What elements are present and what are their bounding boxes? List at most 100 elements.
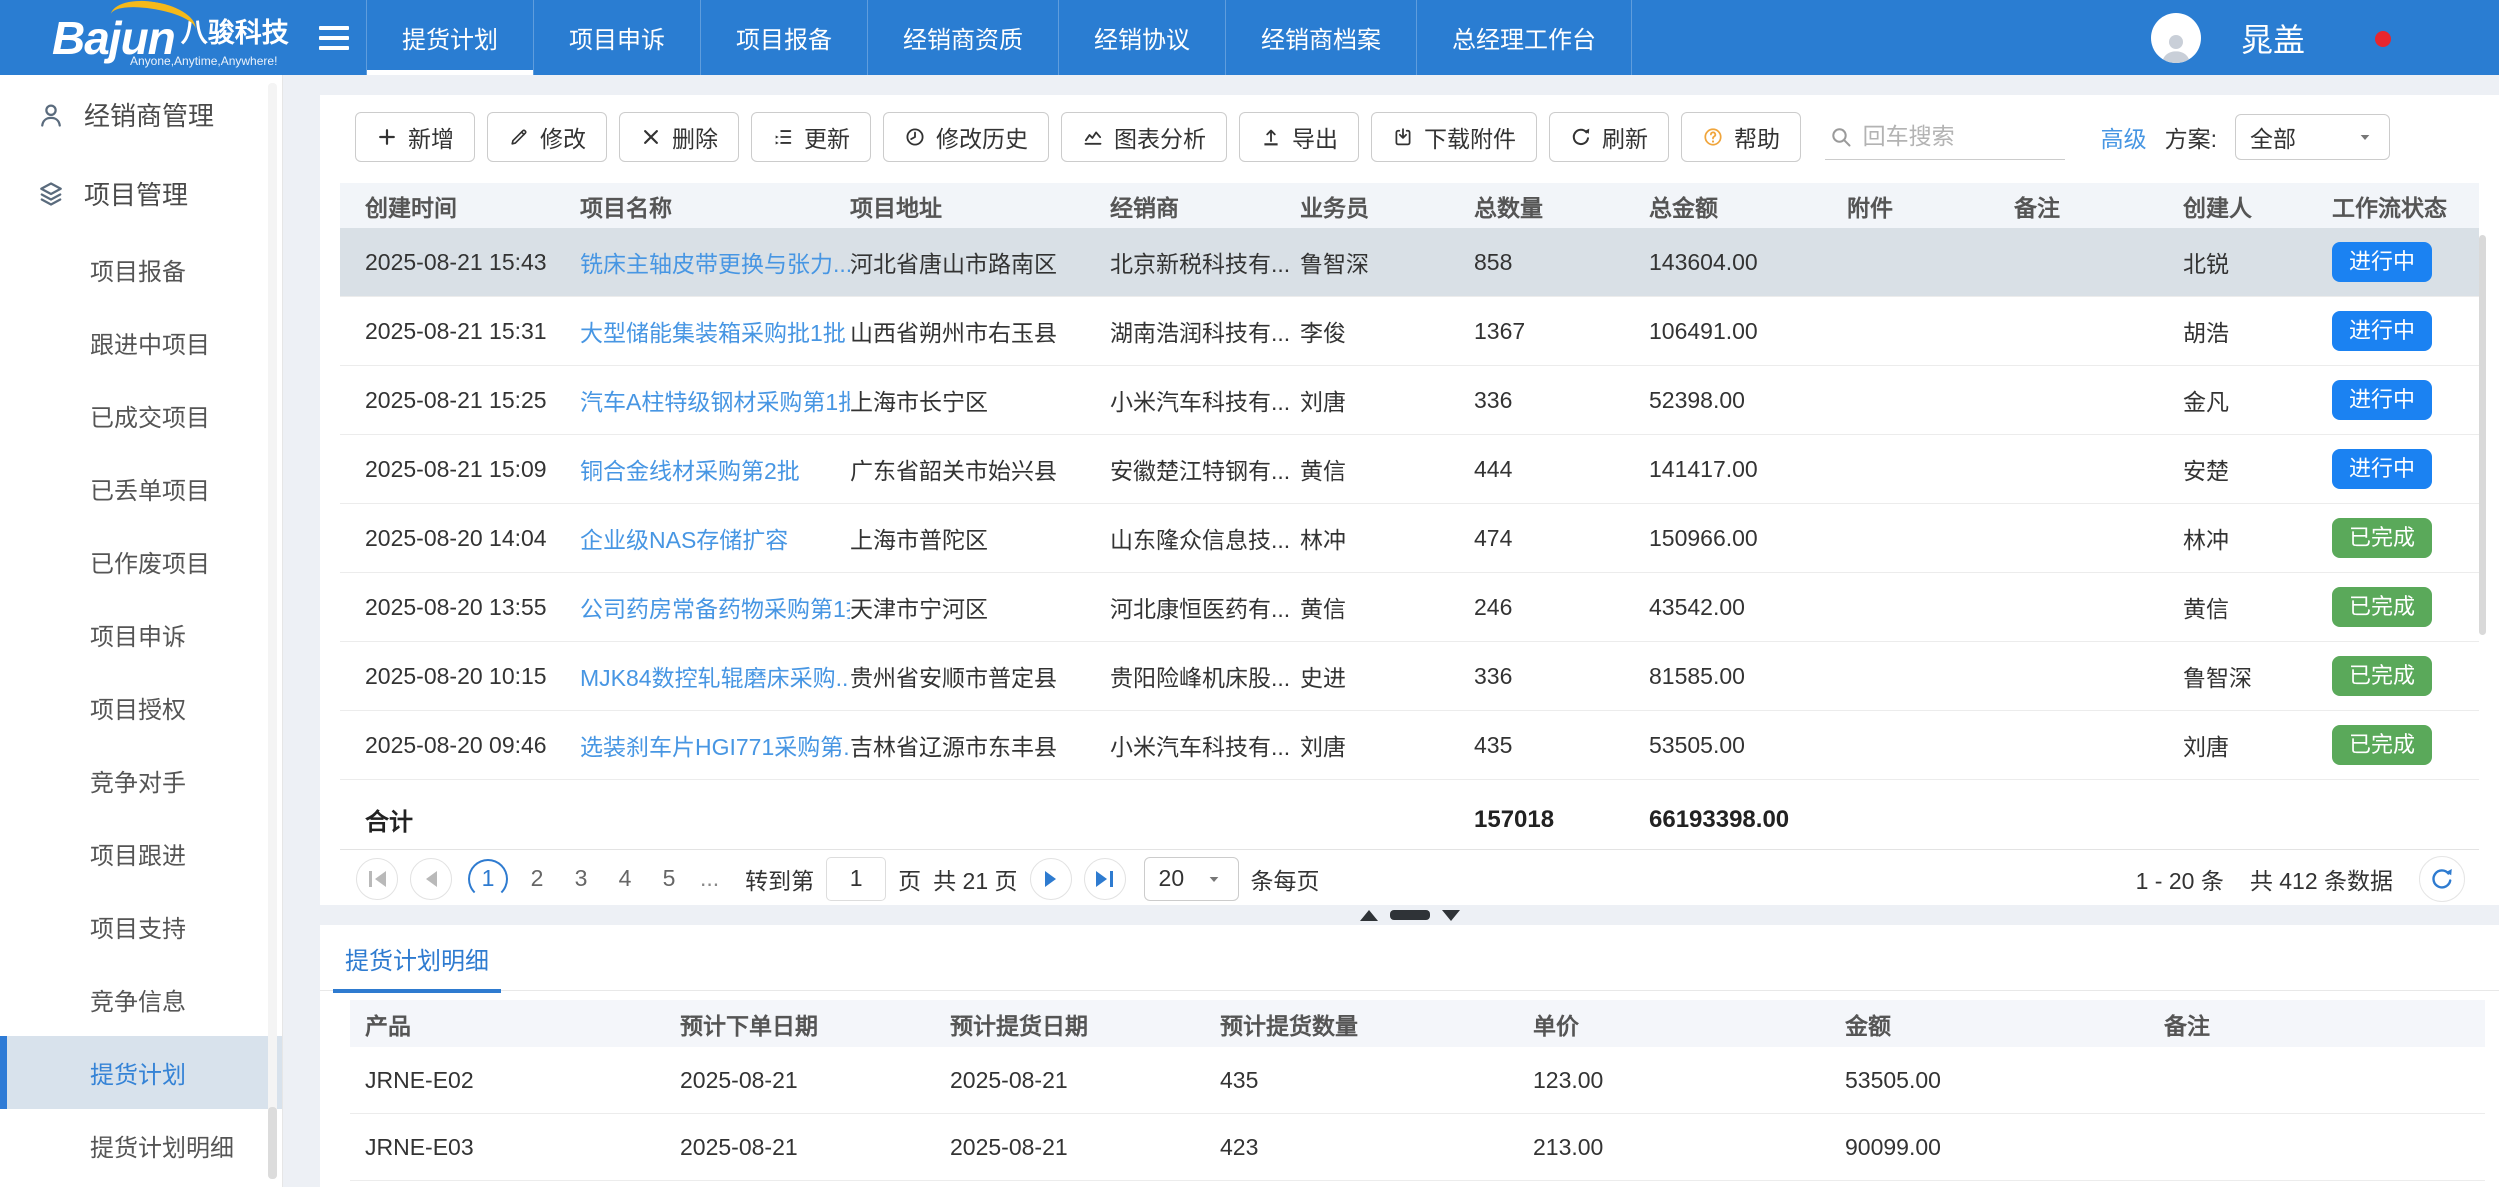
project-name-link[interactable]: 选装刹车片HGI771采购第... [580,728,850,762]
table-row[interactable]: 2025-08-20 09:46选装刹车片HGI771采购第...吉林省辽源市东… [340,711,2479,780]
column-header[interactable]: 创建人 [2183,189,2332,223]
project-name-link[interactable]: 铣床主轴皮带更换与张力... [580,245,850,279]
cell-salesman: 黄信 [1300,452,1474,486]
page-number[interactable]: 3 [566,865,596,892]
sidebar-item-项目授权[interactable]: 项目授权 [0,671,282,744]
sidebar-item-提货计划[interactable]: 提货计划 [0,1036,282,1109]
hamburger-menu-icon[interactable] [302,0,366,75]
sidebar-scrollbar-track[interactable] [268,83,277,1179]
project-name-link[interactable]: 公司药房常备药物采购第1批 [580,590,850,624]
toolbar-button-chart[interactable]: 图表分析 [1061,112,1227,162]
column-header[interactable]: 项目名称 [580,189,850,223]
detail-column-header[interactable]: 备注 [2164,1007,2485,1041]
toolbar-button-question[interactable]: 帮助 [1681,112,1801,162]
sidebar-item-竞争对手[interactable]: 竞争对手 [0,744,282,817]
topbar-tab[interactable]: 项目报备 [701,0,868,75]
table-row[interactable]: 2025-08-20 10:15MJK84数控轧辊磨床采购...贵州省安顺市普定… [340,642,2479,711]
project-name-link[interactable]: 大型储能集装箱采购批1批 [580,314,850,348]
topbar-tab[interactable]: 提货计划 [367,0,534,75]
column-header[interactable]: 总数量 [1474,189,1649,223]
search-input[interactable] [1863,123,2038,150]
sidebar-item-竞争信息[interactable]: 竞争信息 [0,963,282,1036]
toolbar-button-attach[interactable]: 下载附件 [1371,112,1537,162]
refresh-list-button[interactable] [2419,856,2465,902]
avatar[interactable] [2151,13,2201,63]
column-header[interactable]: 工作流状态 [2332,189,2479,223]
table-row[interactable]: 2025-08-20 14:04企业级NAS存储扩容上海市普陀区山东隆众信息技.… [340,504,2479,573]
toolbar-button-exportUp[interactable]: 导出 [1239,112,1359,162]
table-row[interactable]: 2025-08-21 15:09铜合金线材采购第2批广东省韶关市始兴县安徽楚江特… [340,435,2479,504]
sidebar-item-已成交项目[interactable]: 已成交项目 [0,379,282,452]
last-page-button[interactable] [1084,858,1126,900]
project-name-link[interactable]: 企业级NAS存储扩容 [580,521,850,555]
advanced-search-link[interactable]: 高级 [2101,120,2147,154]
sidebar-item-label: 已丢单项目 [90,478,210,505]
page-number[interactable]: 5 [654,865,684,892]
pagination-bar: 12345 ... 转到第 页 共 21 页 20 条每页 1 - 20 条 共… [340,852,2479,905]
detail-column-header[interactable]: 预计下单日期 [680,1007,950,1041]
sidebar-item-项目报备[interactable]: 项目报备 [0,233,282,306]
detail-column-header[interactable]: 预计提货数量 [1220,1007,1533,1041]
column-header[interactable]: 备注 [2014,189,2183,223]
sidebar-item-项目支持[interactable]: 项目支持 [0,890,282,963]
detail-column-header[interactable]: 预计提货日期 [950,1007,1220,1041]
toolbar-button-pencil[interactable]: 修改 [487,112,607,162]
next-page-button[interactable] [1030,858,1072,900]
first-page-button[interactable] [356,858,398,900]
tab-pickup-plan-detail[interactable]: 提货计划明细 [345,941,489,993]
toolbar-button-cross[interactable]: 删除 [619,112,739,162]
table-scrollbar-thumb[interactable] [2479,235,2486,635]
page-size-select[interactable]: 20 [1144,857,1239,901]
topbar-tab[interactable]: 经销协议 [1059,0,1226,75]
collapse-up-icon[interactable] [1360,910,1378,921]
table-row[interactable]: 2025-08-20 13:55公司药房常备药物采购第1批天津市宁河区河北康恒医… [340,573,2479,642]
column-header[interactable]: 附件 [1847,189,2014,223]
detail-table-row[interactable]: JRNE-E032025-08-212025-08-21423213.00900… [350,1114,2485,1181]
sidebar-group[interactable]: 项目管理 [0,154,282,233]
column-header[interactable]: 经销商 [1110,189,1300,223]
column-header[interactable]: 项目地址 [850,189,1110,223]
page-number[interactable]: 2 [522,865,552,892]
project-name-link[interactable]: MJK84数控轧辊磨床采购... [580,659,850,693]
detail-table-row[interactable]: JRNE-E022025-08-212025-08-21435123.00535… [350,1047,2485,1114]
page-ellipsis[interactable]: ... [700,865,719,892]
toolbar-button-refresh[interactable]: 刷新 [1549,112,1669,162]
sidebar-item-跟进中项目[interactable]: 跟进中项目 [0,306,282,379]
collapse-down-icon[interactable] [1442,910,1460,921]
goto-page-input[interactable] [826,857,886,901]
column-header[interactable]: 总金额 [1649,189,1847,223]
sidebar-item-已作废项目[interactable]: 已作废项目 [0,525,282,598]
cell-status: 进行中 [2332,242,2479,282]
sidebar-item-提货计划明细[interactable]: 提货计划明细 [0,1109,282,1182]
page-number[interactable]: 4 [610,865,640,892]
page-number-active[interactable]: 1 [468,859,508,899]
scheme-select[interactable]: 全部 [2235,114,2390,160]
table-row[interactable]: 2025-08-21 15:25汽车A柱特级钢材采购第1批上海市长宁区小米汽车科… [340,366,2479,435]
sidebar-scrollbar-thumb[interactable] [268,1107,277,1179]
divider-drag-handle[interactable] [1390,910,1430,920]
topbar-tab[interactable]: 经销商档案 [1226,0,1417,75]
toolbar-button-plus[interactable]: 新增 [355,112,475,162]
topbar-tab[interactable]: 经销商资质 [868,0,1059,75]
toolbar-button-clock[interactable]: 修改历史 [883,112,1049,162]
detail-column-header[interactable]: 单价 [1533,1007,1845,1041]
column-header[interactable]: 业务员 [1300,189,1474,223]
sidebar-group[interactable]: 经销商管理 [0,75,282,154]
table-row[interactable]: 2025-08-21 15:31大型储能集装箱采购批1批山西省朔州市右玉县湖南浩… [340,297,2479,366]
sidebar-item-项目总表[interactable]: 项目总表 [0,1182,282,1187]
topbar-tab-label: 经销商资质 [903,20,1023,55]
table-row[interactable]: 2025-08-21 15:43铣床主轴皮带更换与张力...河北省唐山市路南区北… [340,228,2479,297]
sidebar-item-项目跟进[interactable]: 项目跟进 [0,817,282,890]
detail-column-header[interactable]: 产品 [365,1007,680,1041]
project-name-link[interactable]: 汽车A柱特级钢材采购第1批 [580,383,850,417]
prev-page-button[interactable] [410,858,452,900]
toolbar-button-list[interactable]: 更新 [751,112,871,162]
sidebar-item-项目申诉[interactable]: 项目申诉 [0,598,282,671]
topbar-tab[interactable]: 总经理工作台 [1417,0,1632,75]
sidebar-item-已丢单项目[interactable]: 已丢单项目 [0,452,282,525]
column-header[interactable]: 创建时间 [365,189,580,223]
project-name-link[interactable]: 铜合金线材采购第2批 [580,452,850,486]
detail-column-header[interactable]: 金额 [1845,1007,2164,1041]
user-name[interactable]: 晁盖 [2241,15,2305,61]
topbar-tab[interactable]: 项目申诉 [534,0,701,75]
